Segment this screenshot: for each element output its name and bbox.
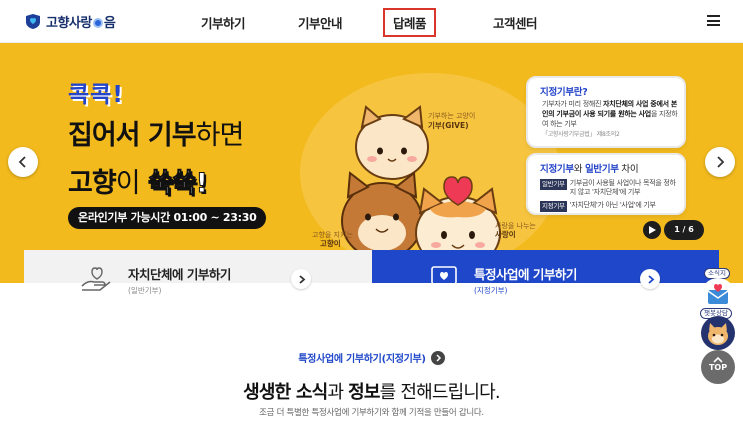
chevron-right-icon xyxy=(647,274,654,284)
slideshow-play-button[interactable] xyxy=(643,221,661,239)
card2-title-a: 지정기부 xyxy=(540,164,574,175)
hero-headline-1: 집어서 기부하면 xyxy=(68,120,244,151)
mascot-home-label: 고향이 xyxy=(320,239,341,248)
general-donation-tag: 일반기부 xyxy=(540,179,567,190)
card1-reference: 「고향사랑기부금법」 제8조의2 xyxy=(542,131,620,138)
project-board-icon xyxy=(430,266,458,289)
hamburger-menu-icon[interactable] xyxy=(707,15,720,26)
card2-row-designated: 지정기부 '자치단체'가 아닌 '사업'에 기부 xyxy=(540,201,656,212)
specific-project-section-link[interactable]: 특정사업에 기부하기(지정기부) xyxy=(0,350,743,365)
chatbot-button[interactable] xyxy=(701,316,735,350)
logo-text: 고향사랑 xyxy=(46,15,92,31)
scroll-to-top-button[interactable]: TOP xyxy=(701,350,735,384)
mascot-love-label: 사랑이 xyxy=(495,230,516,239)
slide-next-button[interactable] xyxy=(705,147,735,177)
logo-dot-icon xyxy=(92,17,103,28)
donate-specific-project-sublabel: (지정기부) xyxy=(474,286,508,295)
logo-heart-icon xyxy=(26,14,40,29)
card2-row-general: 일반기부 기부금이 사용될 사업이나 목적을 정하지 않고 '자치단체'에 기부 xyxy=(540,179,676,196)
hero-headline-2: 고향이 쑥쑥! xyxy=(68,168,208,200)
hero-banner: 콕콕! 집어서 기부하면 고향이 쑥쑥! 온라인기부 가능시간 01:00 ~ … xyxy=(0,43,743,283)
chevron-left-icon xyxy=(18,156,26,168)
donation-difference-card: 지정기부와 일반기부 차이 일반기부 기부금이 사용될 사업이나 목적을 정하지 … xyxy=(526,153,686,215)
news-subheadline: 조금 더 특별한 특정사업에 기부하기와 함께 기적을 만들어 갑니다. xyxy=(259,408,484,418)
section-arrow-icon xyxy=(430,351,445,365)
chevron-up-icon xyxy=(713,356,723,363)
slide-pager: 1 / 6 xyxy=(664,220,704,240)
nav-gifts[interactable]: 답례품 xyxy=(383,8,437,37)
card1-body-start: 기부자가 미리 정해진 xyxy=(542,100,604,108)
nav-donation-guide[interactable]: 기부안내 xyxy=(298,13,343,32)
slide-prev-button[interactable] xyxy=(8,147,38,177)
donate-specific-project-arrow[interactable] xyxy=(640,269,660,289)
newsletter-button[interactable] xyxy=(701,278,735,312)
mascot-cat-icon xyxy=(708,323,728,345)
site-header: 고향사랑 음 기부하기 기부안내 답례품 고객센터 xyxy=(0,0,743,43)
donate-local-government-label: 자치단체에 기부하기 xyxy=(128,267,231,282)
card2-title-b: 일반기부 xyxy=(584,164,619,175)
hero-badge: 콕콕! xyxy=(68,82,124,108)
card1-title: 지정기부란? xyxy=(540,87,588,98)
logo-text-end: 음 xyxy=(103,15,116,31)
designated-donation-tag: 지정기부 xyxy=(540,201,567,212)
donate-specific-project-label: 특정사업에 기부하기 xyxy=(474,267,577,282)
donate-specific-project-panel[interactable]: 특정사업에 기부하기 xyxy=(372,250,719,289)
play-icon xyxy=(648,226,656,234)
designated-donation-info-card: 지정기부란? 기부자가 미리 정해진 자치단체의 사업 중에서 본인의 기부금이… xyxy=(526,76,686,148)
chevron-right-icon xyxy=(717,156,725,168)
nav-donate[interactable]: 기부하기 xyxy=(201,13,246,32)
donation-hours-badge: 온라인기부 가능시간 01:00 ~ 23:30 xyxy=(68,207,267,229)
news-headline: 생생한 소식과 정보를 전해드립니다. xyxy=(243,382,500,403)
site-logo[interactable]: 고향사랑 음 xyxy=(24,10,116,32)
nav-customer-center[interactable]: 고객센터 xyxy=(493,13,538,32)
chevron-right-icon xyxy=(298,274,305,284)
envelope-icon xyxy=(707,284,729,304)
hand-heart-icon xyxy=(81,267,111,291)
donate-local-government-panel[interactable]: 자치단체에 기부하기 xyxy=(24,250,372,291)
donate-local-government-sublabel: (일반기부) xyxy=(128,286,162,295)
mascot-give-label: 기부(GIVE) xyxy=(428,121,469,130)
donate-local-government-arrow[interactable] xyxy=(291,269,311,289)
